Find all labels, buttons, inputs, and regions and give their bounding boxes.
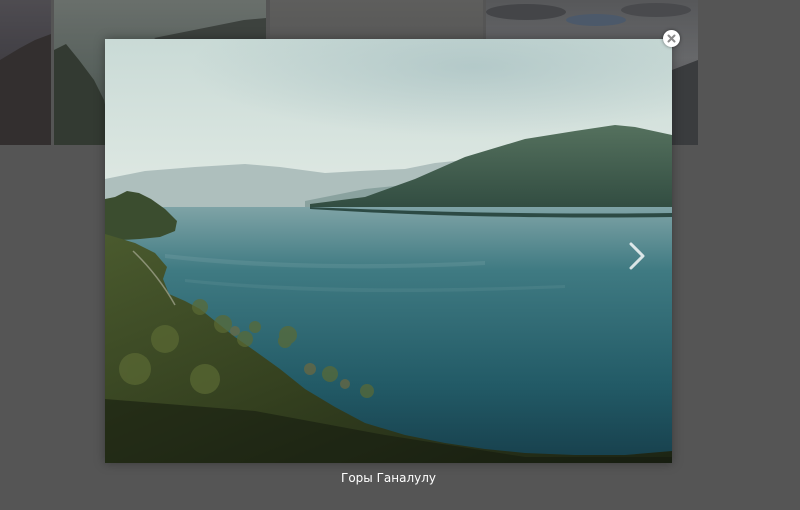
gallery-page: Горы Ганалулу — [0, 0, 800, 510]
close-icon — [667, 34, 676, 43]
lightbox-photo — [105, 39, 672, 463]
image-caption: Горы Ганалулу — [341, 471, 436, 485]
next-image-button[interactable] — [620, 235, 654, 277]
close-lightbox-button[interactable] — [663, 30, 680, 47]
lightbox-image-frame — [105, 39, 672, 463]
chevron-right-icon — [629, 242, 645, 270]
